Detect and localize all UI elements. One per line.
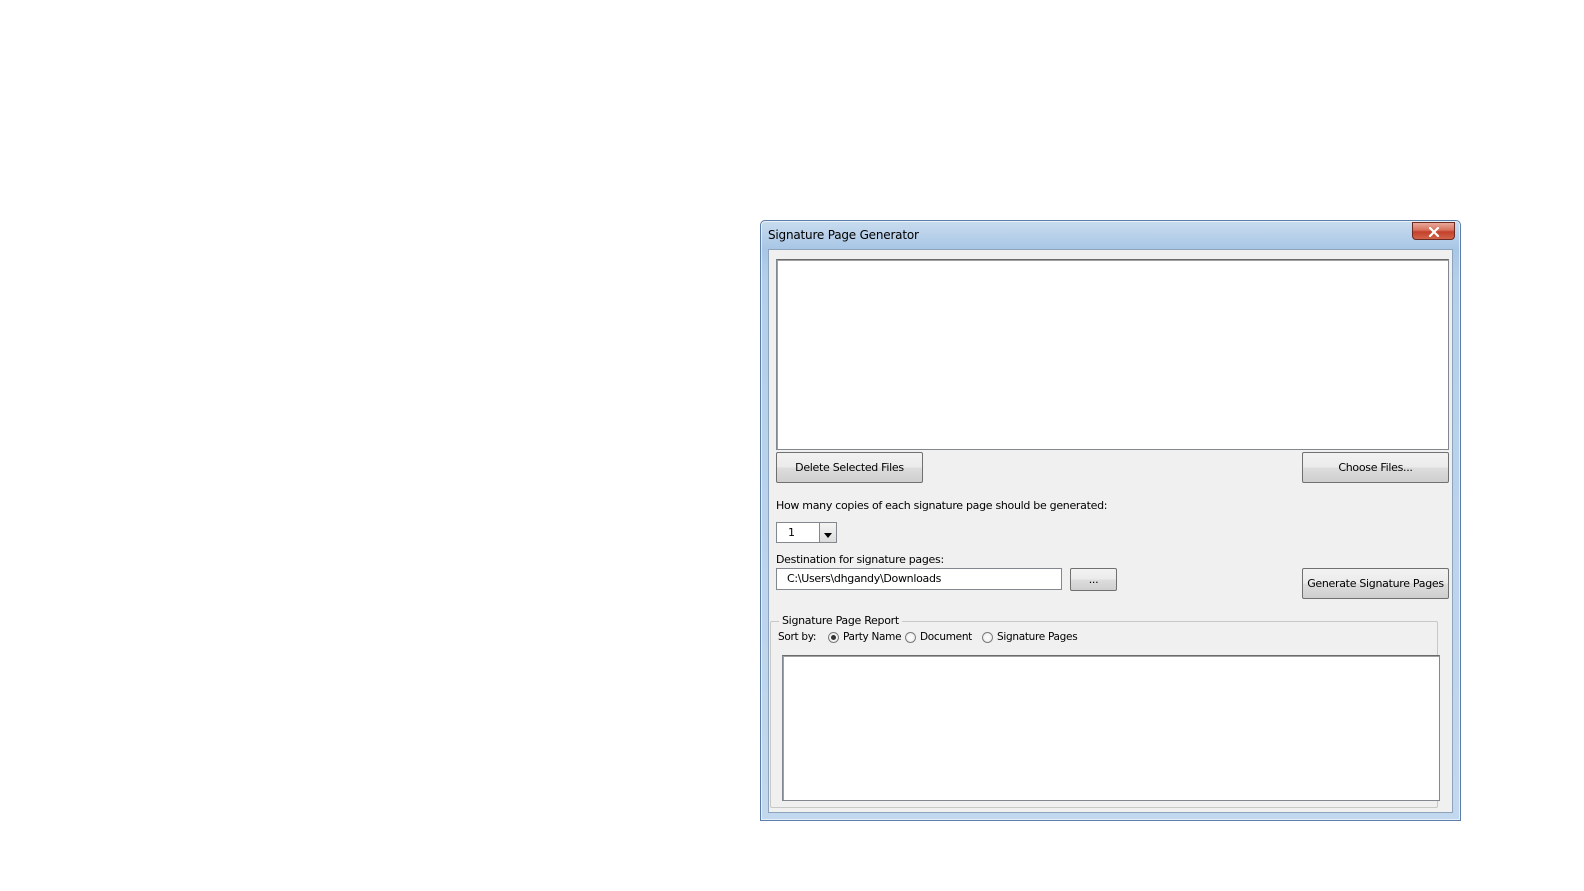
- destination-label: Destination for signature pages:: [776, 553, 944, 566]
- sort-option-label: Document: [920, 631, 972, 643]
- destination-path-field[interactable]: C:\Users\dhgandy\Downloads: [776, 568, 1062, 590]
- sort-option-label: Party Name: [843, 631, 902, 643]
- copies-dropdown-toggle[interactable]: [819, 523, 836, 542]
- sort-signature-pages-radio[interactable]: Signature Pages: [982, 631, 1078, 643]
- copies-label: How many copies of each signature page s…: [776, 499, 1108, 512]
- radio-unchecked-icon[interactable]: [982, 631, 993, 643]
- sort-document-radio[interactable]: Document: [905, 631, 972, 643]
- client-area: Delete Selected Files Choose Files... Ho…: [768, 249, 1453, 813]
- sort-by-label: Sort by:: [778, 631, 817, 643]
- copies-dropdown[interactable]: 1: [776, 522, 837, 543]
- signature-page-report-group: Signature Page Report Sort by: Party Nam…: [770, 614, 1440, 808]
- report-title: Signature Page Report: [779, 614, 902, 627]
- chevron-down-icon: [824, 523, 832, 542]
- browse-destination-button[interactable]: ...: [1070, 568, 1117, 591]
- report-output-box[interactable]: [782, 655, 1440, 801]
- copies-value: 1: [788, 526, 795, 539]
- signature-page-generator-window: Signature Page Generator Delete Selected…: [760, 220, 1461, 821]
- sort-option-label: Signature Pages: [997, 631, 1078, 643]
- choose-files-button[interactable]: Choose Files...: [1302, 452, 1449, 483]
- title-bar[interactable]: Signature Page Generator: [761, 221, 1460, 249]
- close-icon: [1428, 222, 1440, 241]
- generate-signature-pages-button[interactable]: Generate Signature Pages: [1302, 568, 1449, 599]
- sort-party-name-radio[interactable]: Party Name: [828, 631, 902, 643]
- window-title: Signature Page Generator: [768, 228, 919, 242]
- delete-selected-files-button[interactable]: Delete Selected Files: [776, 452, 923, 483]
- radio-unchecked-icon[interactable]: [905, 631, 916, 643]
- close-button[interactable]: [1412, 222, 1455, 240]
- radio-checked-icon[interactable]: [828, 631, 839, 643]
- file-list[interactable]: [776, 259, 1449, 450]
